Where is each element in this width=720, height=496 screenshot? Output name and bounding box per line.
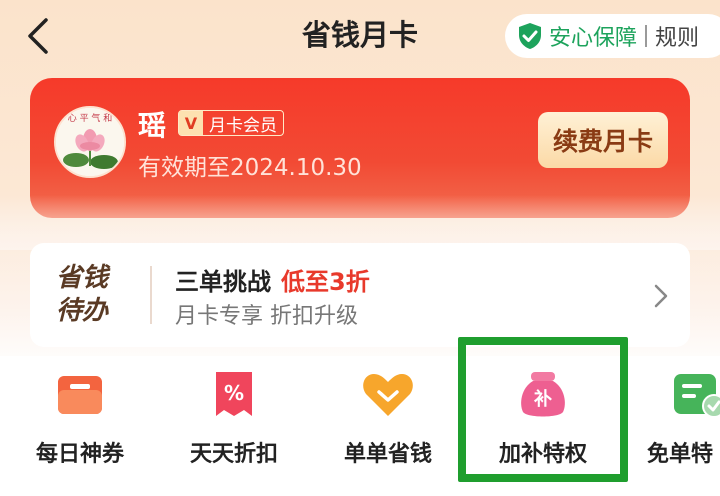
privilege-label: 单单省钱	[343, 442, 432, 467]
logo-line-2: 待办	[56, 296, 109, 326]
challenge-name: 三单挑战	[175, 268, 271, 296]
privilege-save-every-order[interactable]: 单单省钱	[313, 366, 463, 468]
svg-text:心 平 气 和: 心 平 气 和	[68, 112, 113, 124]
svg-text:补: 补	[533, 388, 552, 410]
guarantee-pill[interactable]: 安心保障 规则	[505, 14, 720, 58]
lotus-avatar-image: 心 平 气 和	[56, 108, 124, 176]
divider	[645, 25, 648, 47]
challenge-highlight: 低至3折	[281, 268, 370, 296]
challenge-title: 三单挑战 低至3折	[175, 262, 370, 297]
challenge-subtitle: 月卡专享 折扣升级	[175, 304, 358, 329]
privilege-daily-discount[interactable]: % 天天折扣	[159, 366, 309, 468]
discount-icon: %	[206, 366, 262, 422]
subsidy-bag-icon: 补	[515, 366, 571, 422]
privilege-free-order[interactable]: 免单特	[622, 366, 720, 468]
savings-todo-logo: 省钱 待办	[56, 262, 128, 328]
privilege-subsidy[interactable]: 补 加补特权	[468, 366, 618, 468]
privilege-label: 加补特权	[498, 442, 587, 467]
svg-text:%: %	[224, 381, 244, 405]
guarantee-label: 安心保障	[549, 26, 638, 51]
card-fade	[0, 195, 720, 250]
chevron-right-icon[interactable]	[650, 282, 672, 310]
renew-button[interactable]: 续费月卡	[538, 112, 668, 168]
rules-link[interactable]: 规则	[655, 20, 699, 52]
vip-badge: V 月卡会员	[178, 110, 284, 136]
free-order-icon	[670, 366, 720, 422]
vip-badge-label: 月卡会员	[209, 115, 277, 136]
shield-check-icon	[519, 23, 541, 49]
expiry-date: 有效期至2024.10.30	[138, 155, 362, 181]
privilege-label: 每日神券	[35, 442, 124, 467]
privilege-label: 免单特	[647, 442, 714, 467]
username: 瑶	[138, 109, 167, 142]
privilege-daily-coupon[interactable]: 每日神券	[5, 366, 155, 468]
coupon-icon	[52, 366, 108, 422]
logo-line-1: 省钱	[56, 263, 109, 293]
avatar[interactable]: 心 平 气 和	[54, 106, 126, 178]
privilege-label: 天天折扣	[189, 442, 278, 467]
vip-v-mark: V	[179, 111, 203, 135]
divider	[150, 266, 152, 324]
heart-save-icon	[360, 366, 416, 422]
